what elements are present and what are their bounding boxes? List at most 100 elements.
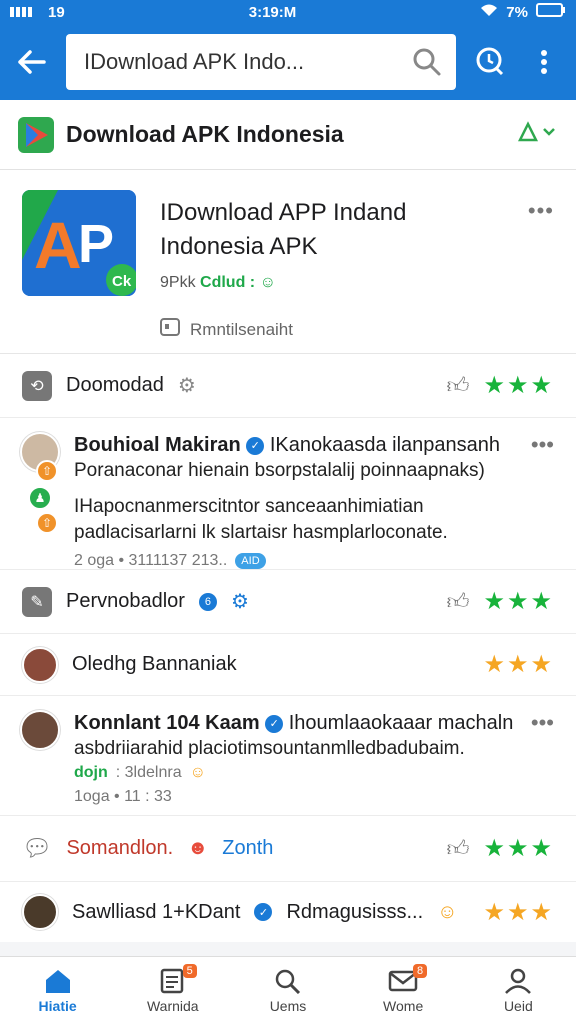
battery-percent: 7% [506, 3, 528, 21]
verified-icon: ✓ [246, 436, 265, 455]
review-date: 2 oga • 3111137 213.. [74, 552, 228, 569]
app-info: IDownload APP Indand Indonesia APK 9Pkk … [160, 188, 407, 339]
verified-icon: ✓ [265, 714, 284, 733]
search-icon [275, 969, 301, 994]
back-arrow-icon [18, 50, 46, 74]
review-pill: AID [235, 553, 266, 569]
gear-badge-icon: ⚙ [177, 375, 196, 397]
nav-label: Hiatie [38, 997, 77, 1014]
review-body-line: IHapocnanmerscitntor sanceaanhimiatian [74, 496, 424, 517]
verified-icon: 6 [198, 592, 217, 611]
review-head: Bouhioal Makiran ✓ IKanokaasda ilanpansa… [74, 432, 554, 458]
list-item[interactable]: Sawlliasd 1+KDant ✓ Rdmagusisss... ☺ ★★★ [0, 882, 576, 942]
permission-row[interactable]: Rmntilsenaiht [160, 318, 406, 341]
review-date: 1oga • 11 : 33 [74, 788, 172, 805]
orange-badge-icon: ⇧ [36, 460, 58, 482]
back-button[interactable] [12, 42, 52, 82]
nav-badge: 8 [413, 963, 428, 978]
review-headline: IKanokaasda ilanpansanh [269, 434, 501, 456]
list-item-label: Doomodad [66, 374, 164, 396]
nav-profile[interactable]: Ueid [468, 968, 568, 1014]
thumb-up-icon[interactable]: 👍︎ [446, 372, 469, 399]
wifi-icon [480, 3, 498, 21]
avatar [22, 894, 58, 930]
nav-search[interactable]: Uems [238, 968, 338, 1014]
list-item[interactable]: Oledhg Bannaniak ★★★ [0, 634, 576, 696]
status-carrier: 19 [48, 3, 65, 21]
signal-bars-icon [10, 4, 40, 21]
emoji-icon: ☻ [187, 837, 209, 859]
app-bar [0, 24, 576, 100]
app-more-button[interactable]: ••• [528, 198, 554, 224]
comment-icon: 💬︎ [22, 835, 53, 862]
svg-text:A: A [34, 208, 82, 282]
nav-label: Wome [383, 997, 424, 1014]
review-more-button[interactable]: ••• [531, 710, 554, 736]
review-meta: 2 oga • 3111137 213.. AID [74, 552, 554, 570]
list-item[interactable]: 💬︎ Somandlon. ☻ Zonth 👍︎ ★★★ [0, 816, 576, 882]
status-bar: 19 3:19:M 7% [0, 0, 576, 24]
section-title-wrap: Download APK Indonesia [18, 116, 344, 153]
bottom-nav: Hiatie 5 Warnida Uems 8 Wome Ueid [0, 956, 576, 1024]
review-tag-rest: : 3ldelnra [115, 764, 182, 781]
review-more-button[interactable]: ••• [531, 432, 554, 458]
edit-icon: ✎ [22, 586, 52, 617]
status-time: 3:19:M [248, 3, 297, 21]
nav-badge: 5 [182, 963, 197, 978]
home-icon [45, 969, 70, 993]
list-item[interactable]: ✎ Pervnobadlor 6 ⚙ 👍︎ ★★★ [0, 570, 576, 634]
app-meta-prefix: 9Pkk [160, 274, 196, 291]
thumb-up-icon[interactable]: 👍︎ [446, 588, 469, 615]
list-item[interactable]: ⟲ Doomodad ⚙ 👍︎ ★★★ [0, 354, 576, 418]
search-input[interactable] [84, 49, 384, 75]
clock-search-icon [476, 47, 504, 76]
permission-label: Rmntilsenaiht [190, 319, 293, 339]
play-store-logo-icon [18, 116, 54, 153]
verified-icon: ✓ [254, 903, 273, 921]
nav-mail[interactable]: 8 Wome [353, 963, 453, 1014]
nav-label: Warnida [146, 997, 199, 1014]
svg-text:Ck: Ck [112, 273, 132, 290]
search-box[interactable] [66, 34, 456, 90]
review-sub-line: dojn : 3ldelnra ☺ [74, 764, 554, 782]
search-icon[interactable] [412, 47, 442, 77]
permission-icon [160, 318, 180, 341]
rating-stars: ★★★ [483, 651, 554, 678]
status-right: 7% [480, 3, 566, 21]
avatar [20, 710, 60, 750]
review-item[interactable]: Konnlant 104 Kaam ✓ Ihoumlaaokaaar macha… [0, 696, 576, 816]
overflow-menu-button[interactable] [524, 42, 564, 82]
more-vert-icon [541, 50, 547, 74]
status-left: 19 [10, 4, 65, 21]
review-item[interactable]: ⇧ ♟ ⇧ Bouhioal Makiran ✓ IKanokaasda ila… [0, 418, 576, 570]
svg-text:P: P [78, 214, 114, 274]
app-name-line1: IDownload APP Indand [160, 199, 407, 226]
app-card[interactable]: A P Ck IDownload APP Indand Indonesia AP… [0, 170, 576, 354]
filter-dropdown-icon[interactable] [517, 120, 558, 149]
app-name-line2: Indonesia APK [160, 233, 318, 260]
review-body-line: padlacisarlarni lk slartaisr hasmplarloc… [74, 522, 448, 543]
review-meta: 1oga • 11 : 33 [74, 788, 554, 806]
nav-home[interactable]: Hiatie [8, 968, 108, 1014]
emoji-icon: ☺ [437, 900, 458, 923]
smiley-icon: ☺ [259, 274, 276, 291]
review-body-line: asbdriiarahid placiotimsountanmlledbadub… [74, 738, 465, 759]
voice-search-button[interactable] [470, 42, 510, 82]
thumb-up-icon[interactable]: 👍︎ [446, 835, 469, 862]
nav-warnida[interactable]: 5 Warnida [123, 963, 223, 1014]
nav-label: Ueid [503, 997, 533, 1014]
nav-label: Uems [269, 997, 307, 1014]
list-item-extra: Rdmagusisss... [286, 900, 424, 923]
review-author: Konnlant 104 Kaam [74, 712, 260, 734]
section-title: Download APK Indonesia [66, 121, 344, 147]
orange-badge-icon: ⇧ [36, 512, 58, 534]
review-head: Konnlant 104 Kaam ✓ Ihoumlaaokaaar macha… [74, 710, 554, 736]
user-icon [505, 968, 532, 994]
review-tag: dojn [74, 764, 108, 781]
app-meta-green: Cdlud : [200, 274, 256, 291]
list-item-label: Sawlliasd 1+KDant [72, 900, 241, 923]
review-author: Bouhioal Makiran [74, 434, 241, 456]
app-meta: 9Pkk Cdlud : ☺ [160, 274, 406, 292]
battery-icon [535, 3, 566, 21]
section-header: Download APK Indonesia [0, 100, 576, 170]
